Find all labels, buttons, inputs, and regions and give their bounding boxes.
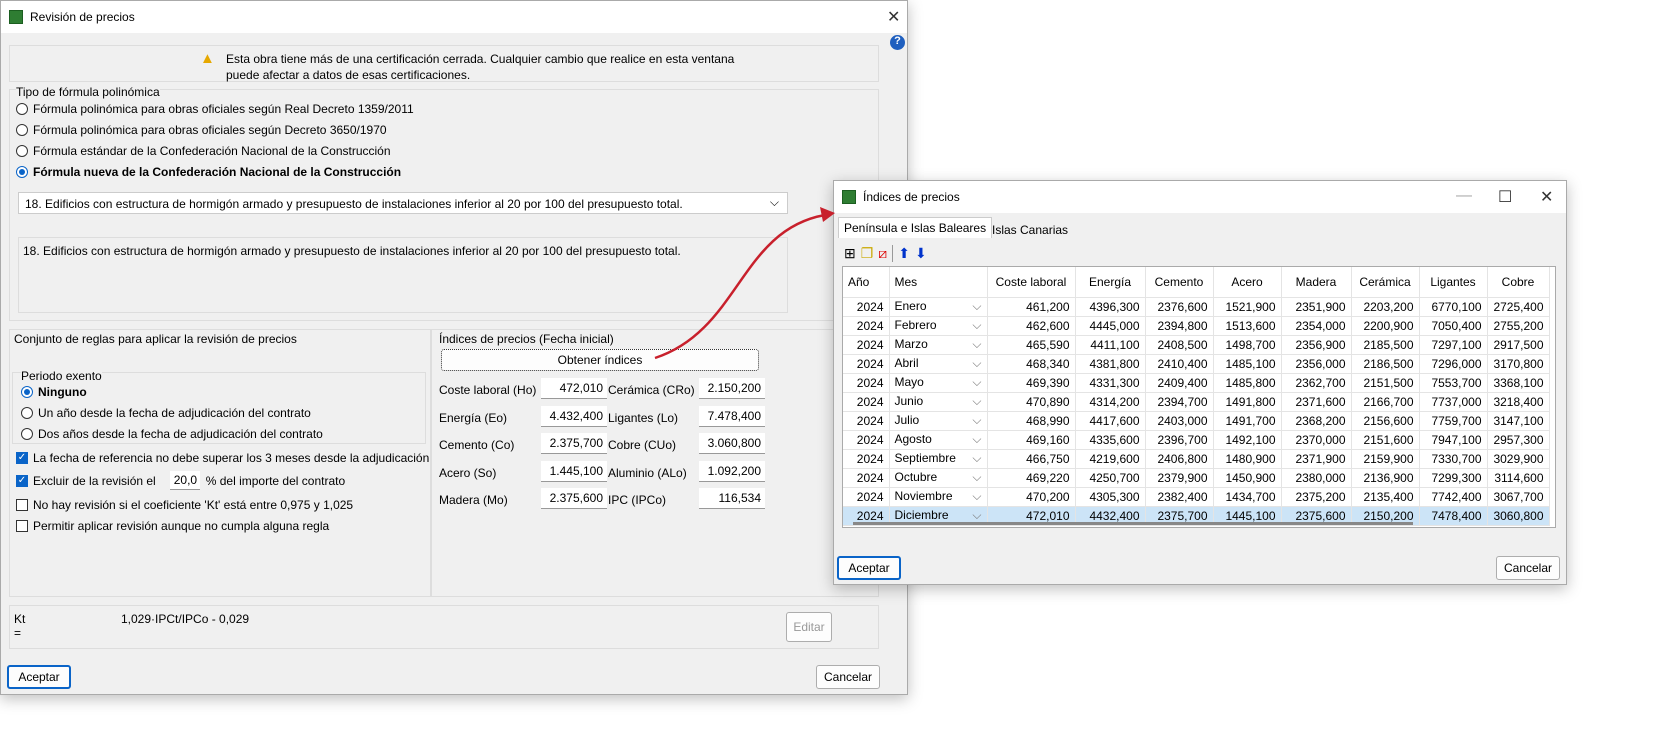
annotation-arrow	[654, 207, 835, 360]
